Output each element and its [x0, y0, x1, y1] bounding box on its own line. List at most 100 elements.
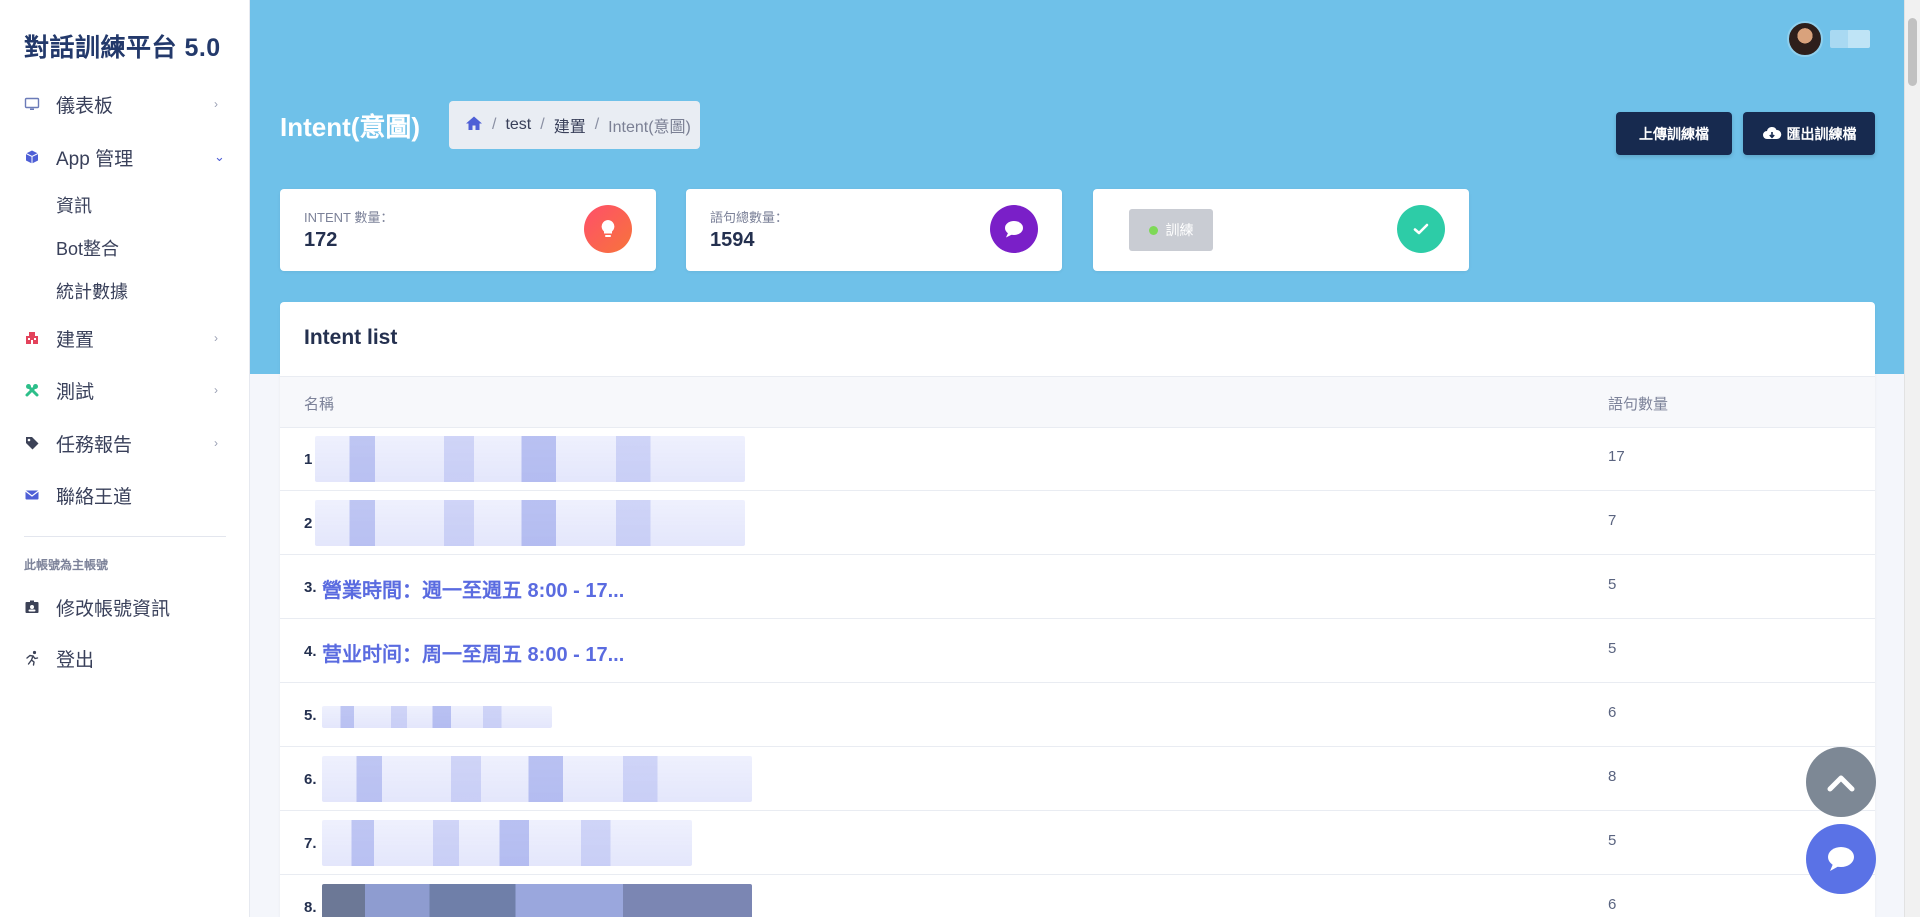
- row-sentence-count: 5: [1608, 640, 1617, 657]
- intent-count-value: 172: [304, 229, 338, 251]
- redacted-intent-name[interactable]: [322, 884, 752, 917]
- chevron-up-icon: [1826, 771, 1856, 793]
- chevron-down-icon: ⌄: [214, 149, 225, 164]
- sidebar-item-label: 修改帳號資訊: [56, 598, 171, 620]
- row-sentence-count: 8: [1608, 768, 1617, 785]
- upload-button-label: 上傳訓練檔: [1639, 125, 1709, 142]
- sentence-count-label: 語句總數量：: [710, 210, 789, 225]
- row-sentence-count: 17: [1608, 448, 1625, 465]
- table-row[interactable]: 4. 营业时间：周一至周五 8:00 - 17... 5: [280, 618, 1875, 683]
- intent-name-link[interactable]: 營業時間：週一至週五 8:00 - 17...: [322, 574, 624, 603]
- intent-name-link[interactable]: 营业时间：周一至周五 8:00 - 17...: [322, 638, 624, 667]
- table-row[interactable]: 1 17: [280, 426, 1875, 491]
- sidebar-item-task-report[interactable]: 任務報告 ›: [0, 426, 250, 460]
- redacted-intent-name[interactable]: [322, 756, 752, 802]
- upload-training-file-button[interactable]: 上傳訓練檔: [1616, 112, 1732, 155]
- avatar[interactable]: [1787, 21, 1823, 57]
- page-title: Intent(意圖): [280, 112, 421, 142]
- status-dot: [1148, 225, 1158, 235]
- account-section-label: 此帳號為主帳號: [24, 558, 109, 572]
- redacted-intent-name[interactable]: [315, 436, 745, 482]
- chevron-right-icon: ›: [214, 331, 218, 345]
- breadcrumb-item-app[interactable]: test: [505, 116, 531, 134]
- row-number: 7.: [304, 835, 317, 852]
- cloud-download-icon: [1762, 126, 1782, 142]
- train-button[interactable]: 訓練: [1129, 209, 1213, 251]
- breadcrumb-item-current: Intent(意圖): [608, 119, 691, 136]
- column-header-name[interactable]: 名稱: [304, 393, 334, 414]
- breadcrumb-separator: /: [492, 116, 497, 133]
- sidebar-item-edit-account[interactable]: 修改帳號資訊: [0, 590, 250, 624]
- row-number: 1: [304, 451, 313, 468]
- sidebar-subitem-info[interactable]: 資訊: [56, 192, 92, 218]
- sidebar: 對話訓練平台 5.0 儀表板 › App 管理 ⌄ 資訊 Bot整合 統計數據 …: [0, 0, 250, 917]
- breadcrumb-separator: /: [594, 116, 600, 133]
- table-row[interactable]: 2 7: [280, 490, 1875, 555]
- home-icon[interactable]: [465, 115, 483, 136]
- train-card: 訓練: [1093, 189, 1469, 271]
- tag-icon: [24, 435, 40, 451]
- redacted-intent-name[interactable]: [322, 706, 552, 728]
- export-button-label: 匯出訓練檔: [1786, 125, 1857, 142]
- sidebar-item-label: 儀表板: [56, 95, 114, 117]
- sidebar-item-label: 建置: [56, 329, 95, 351]
- page-scrollbar[interactable]: [1904, 0, 1920, 917]
- sidebar-item-contact[interactable]: 聯絡王道: [0, 478, 250, 512]
- intent-count-label: INTENT 數量：: [304, 210, 394, 225]
- intent-count-card: INTENT 數量： 172: [280, 189, 656, 271]
- column-header-count[interactable]: 語句數量: [1608, 393, 1668, 414]
- table-row[interactable]: 5. 6: [280, 682, 1875, 747]
- tools-icon: [24, 382, 40, 398]
- row-number: 5.: [304, 707, 317, 724]
- train-button-label: 訓練: [1165, 222, 1194, 238]
- redacted-intent-name[interactable]: [315, 500, 745, 546]
- sidebar-item-label: App 管理: [56, 148, 134, 170]
- id-card-icon: [24, 599, 40, 615]
- table-row[interactable]: 8. 6: [280, 874, 1875, 917]
- chevron-right-icon: ›: [214, 383, 218, 397]
- row-sentence-count: 7: [1608, 512, 1617, 529]
- breadcrumb-item-build[interactable]: 建置: [554, 113, 586, 137]
- comment-icon: [990, 205, 1038, 253]
- intent-list-title: Intent list: [304, 326, 398, 349]
- row-sentence-count: 5: [1608, 832, 1617, 849]
- breadcrumb: / test / 建置 / Intent(意圖): [449, 101, 700, 149]
- running-icon: [24, 650, 40, 666]
- chevron-right-icon: ›: [214, 97, 218, 111]
- scrollbar-thumb[interactable]: [1908, 18, 1917, 86]
- chat-bubble-icon: [1825, 845, 1857, 873]
- check-icon: [1397, 205, 1445, 253]
- row-number: 4.: [304, 643, 317, 660]
- export-training-file-button[interactable]: 匯出訓練檔: [1743, 112, 1875, 155]
- table-row[interactable]: 6. 8: [280, 746, 1875, 811]
- cube-icon: [24, 149, 40, 165]
- sidebar-subitem-bot-integration[interactable]: Bot整合: [56, 235, 119, 261]
- lightbulb-icon: [584, 205, 632, 253]
- intent-list-card: Intent list 名稱 語句數量 1 17 2 7 3. 營業時間：週一至…: [280, 302, 1875, 917]
- sidebar-item-logout[interactable]: 登出: [0, 641, 250, 675]
- sidebar-item-app-management[interactable]: App 管理 ⌄: [0, 140, 250, 174]
- sidebar-item-build[interactable]: 建置 ›: [0, 321, 250, 355]
- sidebar-subitem-statistics[interactable]: 統計數據: [56, 278, 128, 304]
- sidebar-item-label: 聯絡王道: [56, 486, 133, 508]
- sidebar-item-label: 登出: [56, 649, 95, 671]
- breadcrumb-separator: /: [540, 116, 545, 133]
- sidebar-divider: [24, 536, 226, 537]
- table-row[interactable]: 7. 5: [280, 810, 1875, 875]
- row-number: 2: [304, 515, 313, 532]
- envelope-icon: [24, 487, 40, 503]
- sidebar-item-dashboard[interactable]: 儀表板 ›: [0, 87, 250, 121]
- sentence-count-card: 語句總數量： 1594: [686, 189, 1062, 271]
- row-sentence-count: 5: [1608, 576, 1617, 593]
- row-number: 3.: [304, 579, 317, 596]
- row-sentence-count: 6: [1608, 896, 1617, 913]
- username-redacted[interactable]: [1830, 30, 1870, 48]
- sidebar-item-test[interactable]: 測試 ›: [0, 373, 250, 407]
- monitor-icon: [24, 96, 40, 112]
- building-icon: [24, 330, 40, 346]
- intent-list-header: 名稱 語句數量: [280, 376, 1875, 428]
- chat-button[interactable]: [1806, 824, 1876, 894]
- redacted-intent-name[interactable]: [322, 820, 692, 866]
- table-row[interactable]: 3. 營業時間：週一至週五 8:00 - 17... 5: [280, 554, 1875, 619]
- scroll-to-top-button[interactable]: [1806, 747, 1876, 817]
